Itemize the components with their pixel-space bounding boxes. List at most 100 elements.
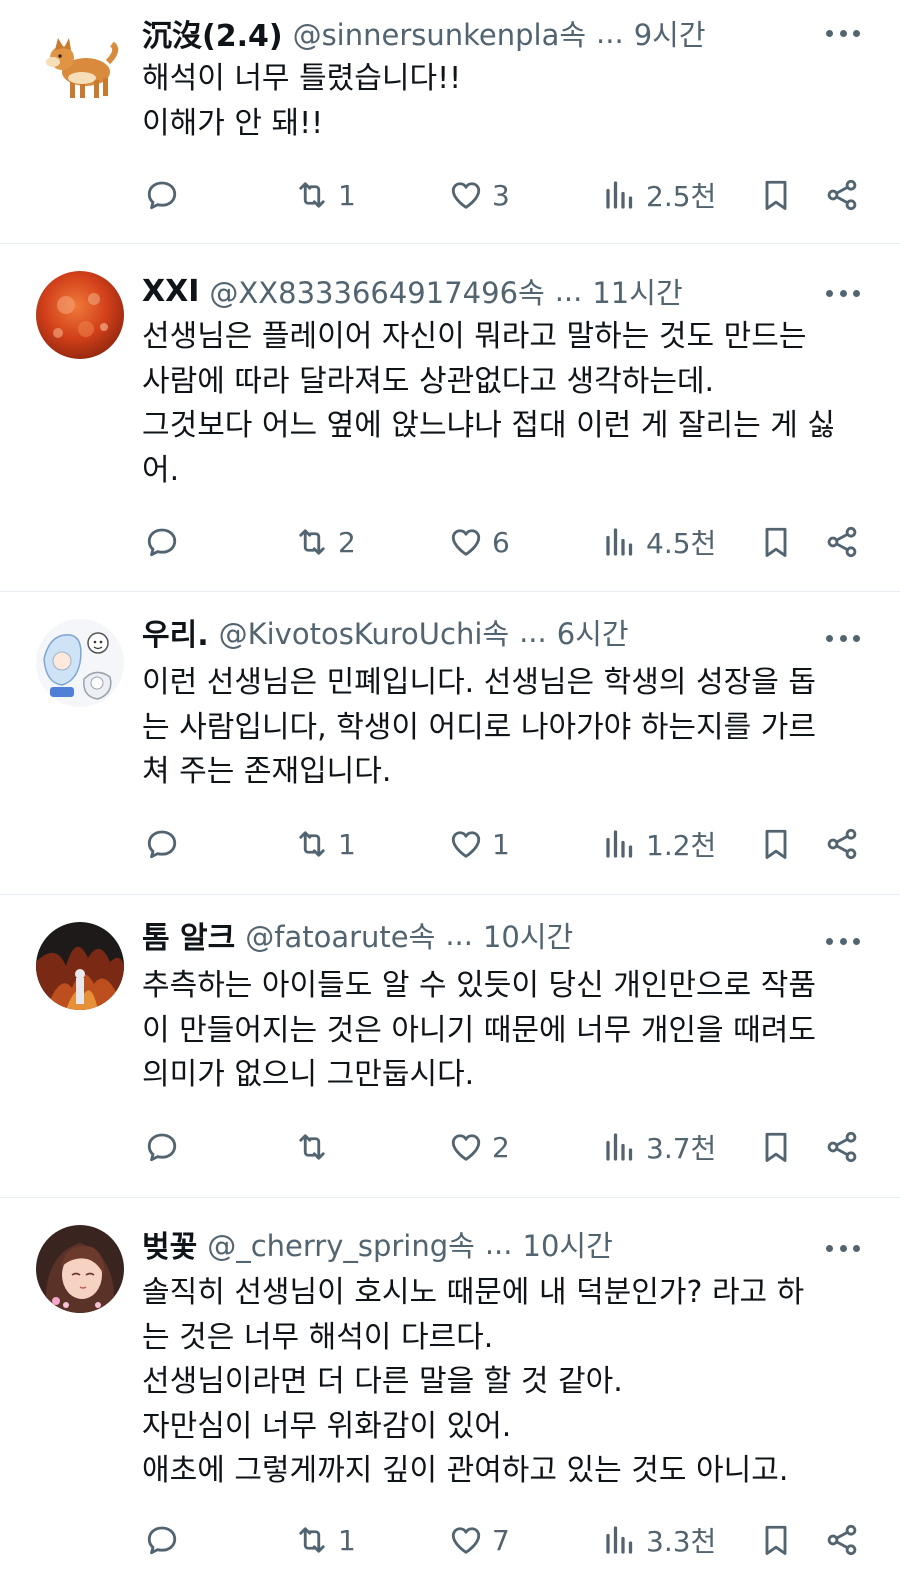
post-time[interactable]: 10시간	[483, 914, 573, 956]
reply-button[interactable]	[144, 173, 188, 217]
like-button[interactable]: 6	[448, 520, 510, 564]
reply-post[interactable]: 톰 알크 @fatoarute속 ... 10시간 추측하는 아이들도 알 수 …	[0, 895, 900, 1198]
bookmark-button[interactable]	[758, 173, 794, 217]
like-button[interactable]: 7	[448, 1518, 510, 1562]
retweet-button[interactable]	[294, 1125, 338, 1169]
reply-button[interactable]	[144, 1125, 188, 1169]
retweet-button[interactable]: 2	[294, 520, 356, 564]
more-options-icon[interactable]	[826, 1243, 860, 1253]
views-button[interactable]: 3.3천	[602, 1518, 716, 1562]
user-handle[interactable]: @sinnersunkenpla속	[293, 12, 586, 54]
reply-post[interactable]: 벚꽃 @_cherry_spring속 ... 10시간 솔직히 선생님이 호시…	[0, 1198, 900, 1571]
avatar[interactable]	[36, 271, 124, 359]
reply-button[interactable]	[144, 1518, 188, 1562]
post-text-line: 쳐 주는 존재입니다.	[142, 754, 392, 789]
like-button[interactable]: 3	[448, 173, 510, 217]
retweet-count: 2	[338, 525, 356, 559]
more-options-icon[interactable]	[826, 288, 860, 298]
reply-post[interactable]: 우리. @KivotosKuroUchi속 ... 6시간 이런 선생님은 민폐…	[0, 592, 900, 895]
action-bar: 1 1 1.2천	[142, 822, 860, 866]
display-name[interactable]: 벚꽃	[142, 1222, 197, 1266]
bookmark-button[interactable]	[758, 1125, 794, 1169]
post-text-line: 솔직히 선생님이 호시노 때문에 내 덕분인가? 라고 하	[142, 1275, 805, 1310]
action-bar: 1 7 3.3천	[142, 1518, 860, 1562]
anime-sketch-avatar-icon	[36, 619, 124, 707]
avatar[interactable]	[36, 1225, 124, 1313]
view-count: 1.2천	[646, 829, 717, 862]
header-ellipsis: ...	[596, 16, 624, 50]
retweet-button[interactable]: 1	[294, 822, 356, 866]
display-name[interactable]: XXI	[142, 274, 199, 309]
more-options-icon[interactable]	[826, 28, 860, 38]
like-button[interactable]: 2	[448, 1125, 510, 1169]
anime-girl-avatar-icon	[36, 1225, 124, 1313]
post-text-line: 의미가 없으니 그만둡시다.	[142, 1057, 475, 1092]
user-handle[interactable]: @KivotosKuroUchi속	[219, 611, 509, 653]
post-time[interactable]: 10시간	[523, 1223, 613, 1265]
avatar[interactable]	[36, 922, 124, 1010]
action-bar: 1 3 2.5천	[142, 173, 860, 217]
post-text: 해석이 너무 틀렸습니다!! 이해가 안 돼!!	[142, 57, 860, 146]
user-handle[interactable]: @_cherry_spring속	[207, 1223, 475, 1265]
views-button[interactable]: 2.5천	[602, 173, 716, 217]
more-options-icon[interactable]	[826, 633, 860, 643]
red-orb-avatar-icon	[36, 271, 124, 359]
views-button[interactable]: 1.2천	[602, 822, 716, 866]
post-text-line: 그것보다 어느 옆에 앉느냐나 접대 이런 게 잘리는 게 싫	[142, 408, 836, 443]
retweet-icon	[299, 1527, 325, 1553]
retweet-button[interactable]: 1	[294, 173, 356, 217]
share-icon	[827, 526, 857, 558]
views-button[interactable]: 4.5천	[602, 520, 716, 564]
share-icon	[827, 179, 857, 211]
bookmark-button[interactable]	[758, 822, 794, 866]
post-text-line: 이해가 안 돼!!	[142, 105, 324, 141]
post-text-line: 어.	[142, 452, 180, 488]
bookmark-button[interactable]	[758, 520, 794, 564]
views-chart-icon	[606, 1526, 633, 1554]
more-options-icon[interactable]	[826, 936, 860, 946]
like-count: 3	[492, 178, 510, 212]
views-button[interactable]: 3.7천	[602, 1125, 716, 1169]
avatar[interactable]	[36, 619, 124, 707]
post-text-line: 선생님이라면 더 다른 말을 할 것 같아.	[142, 1364, 623, 1399]
post-header: 우리. @KivotosKuroUchi속 ... 6시간	[142, 610, 860, 654]
post-time[interactable]: 11시간	[592, 270, 682, 312]
display-name[interactable]: 沉沒(2.4)	[142, 11, 283, 55]
post-text-line: 사람에 따라 달라져도 상관없다고 생각하는데.	[142, 363, 715, 399]
reply-icon	[147, 830, 177, 859]
share-button[interactable]	[824, 1518, 860, 1562]
display-name[interactable]: 우리.	[142, 610, 209, 654]
reply-icon	[147, 528, 177, 557]
retweet-icon	[299, 831, 325, 857]
post-header: 톰 알크 @fatoarute속 ... 10시간	[142, 913, 860, 957]
post-text-line: 는 사람입니다, 학생이 어디로 나아가야 하는지를 가르	[142, 709, 816, 745]
reply-post[interactable]: XXI @XX8333664917496속 ... 11시간 선생님은 플레이어…	[0, 244, 900, 592]
shiba-dog-avatar-icon	[46, 38, 119, 98]
post-time[interactable]: 9시간	[634, 12, 706, 54]
post-header: 沉沒(2.4) @sinnersunkenpla속 ... 9시간	[142, 11, 860, 55]
avatar[interactable]	[36, 20, 124, 108]
share-button[interactable]	[824, 173, 860, 217]
post-time[interactable]: 6시간	[557, 611, 629, 653]
user-handle[interactable]: @fatoarute속	[245, 914, 435, 956]
reply-post[interactable]: 沉沒(2.4) @sinnersunkenpla속 ... 9시간 해석이 너무…	[0, 0, 900, 244]
user-handle[interactable]: @XX8333664917496속	[209, 270, 544, 312]
heart-icon	[451, 529, 481, 556]
display-name[interactable]: 톰 알크	[142, 913, 235, 957]
like-button[interactable]: 1	[448, 822, 510, 866]
share-button[interactable]	[824, 520, 860, 564]
like-count: 7	[492, 1523, 510, 1557]
share-button[interactable]	[824, 1125, 860, 1169]
share-button[interactable]	[824, 822, 860, 866]
bookmark-button[interactable]	[758, 1518, 794, 1562]
post-text-line: 선생님은 플레이어 자신이 뭐라고 말하는 것도 만드는	[142, 319, 807, 354]
reply-icon	[147, 1526, 177, 1555]
reply-button[interactable]	[144, 520, 188, 564]
post-text-line: 추측하는 아이들도 알 수 있듯이 당신 개인만으로 작품	[142, 968, 816, 1003]
views-chart-icon	[606, 528, 633, 556]
share-icon	[827, 828, 857, 860]
reply-button[interactable]	[144, 822, 188, 866]
post-header: XXI @XX8333664917496속 ... 11시간	[142, 269, 860, 313]
retweet-button[interactable]: 1	[294, 1518, 356, 1562]
like-count: 1	[492, 827, 510, 861]
